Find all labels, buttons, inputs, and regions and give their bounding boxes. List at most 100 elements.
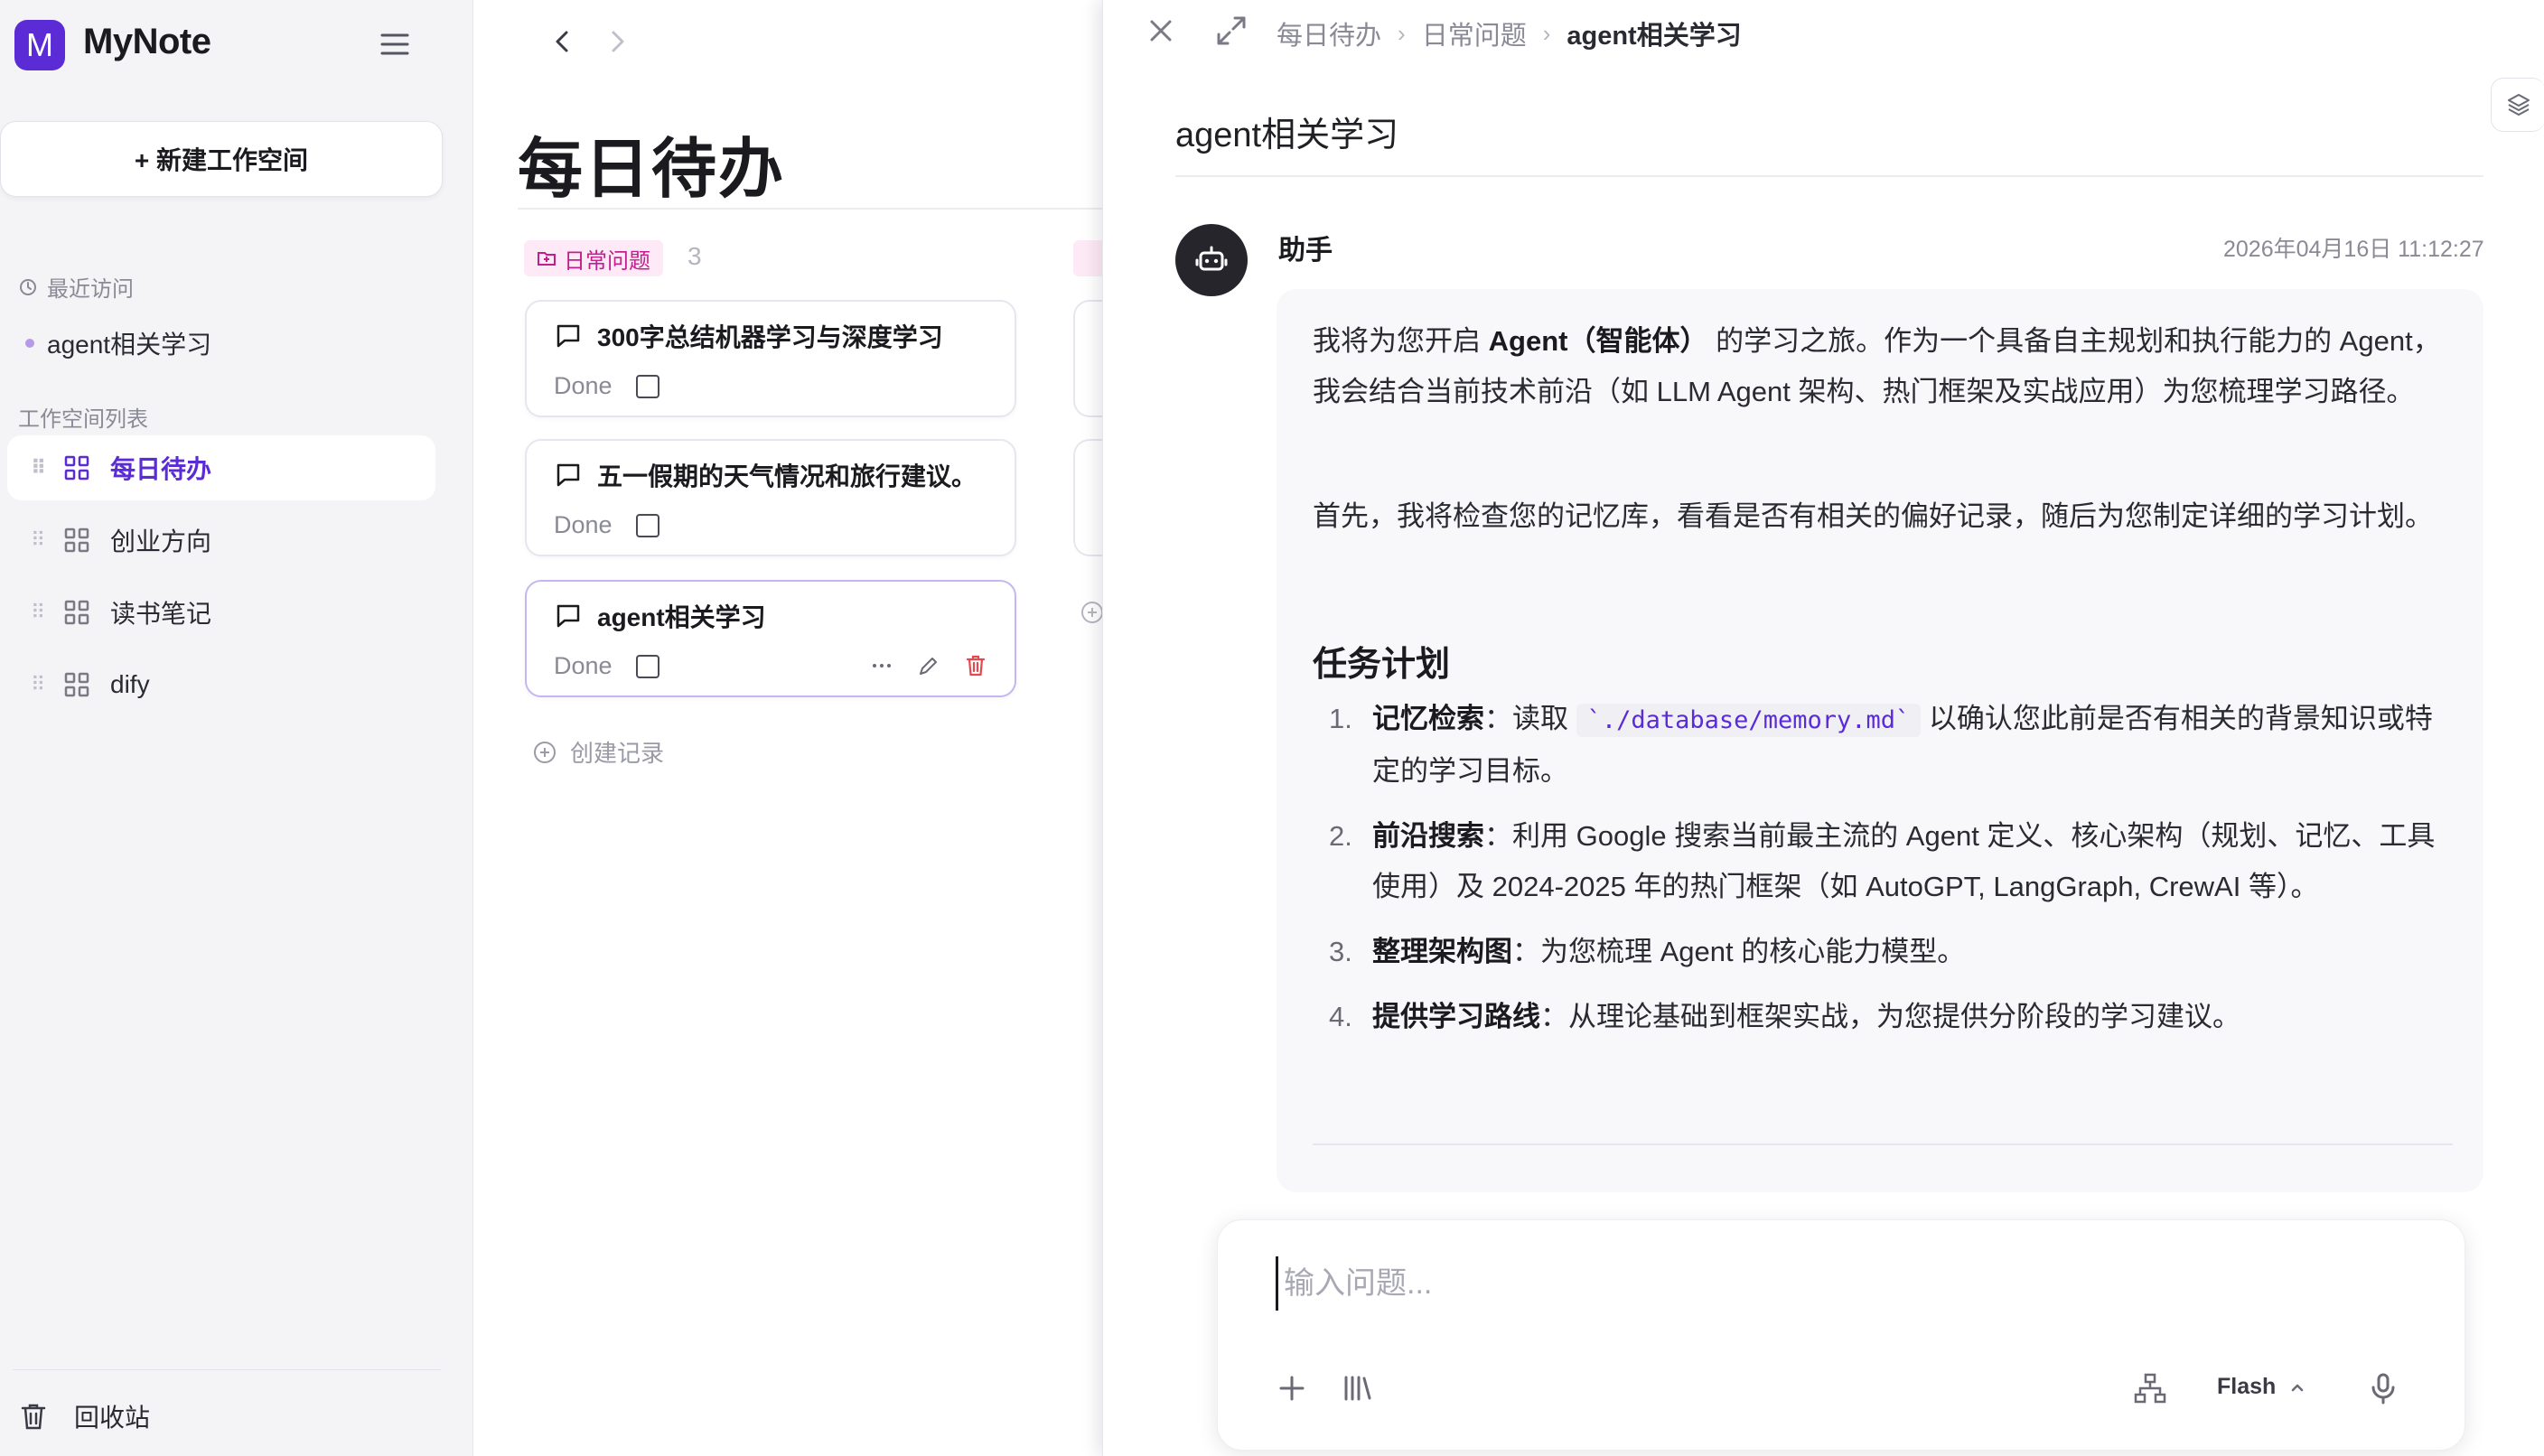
trash-icon xyxy=(21,1404,46,1430)
group-tag[interactable]: 日常问题 xyxy=(524,240,663,276)
record-card[interactable]: 五一假期的天气情况和旅行建议。 Done xyxy=(525,439,1016,556)
grid-icon xyxy=(64,527,89,553)
status-label: Done xyxy=(554,511,613,538)
sidebar-item-startup[interactable]: ⠿ 创业方向 xyxy=(7,508,435,573)
grid-icon xyxy=(64,672,89,697)
app-name: MyNote xyxy=(83,22,211,61)
message-paragraph: 首先，我将检查您的记忆库，看看是否有相关的偏好记录，随后为您制定详细的学习计划。 xyxy=(1313,500,2433,532)
drag-handle-icon[interactable]: ⠿ xyxy=(31,456,46,480)
chevron-right-icon[interactable] xyxy=(601,25,633,58)
breadcrumb-separator: › xyxy=(1542,19,1551,47)
message-sender: 助手 xyxy=(1278,236,1333,266)
sidebar-item-dify[interactable]: ⠿ dify xyxy=(7,652,435,717)
expand-icon[interactable] xyxy=(1213,13,1249,49)
layers-icon xyxy=(2507,94,2530,116)
new-workspace-button[interactable]: + 新建工作空间 xyxy=(0,121,443,197)
library-icon[interactable] xyxy=(1339,1370,1375,1406)
done-checkbox[interactable] xyxy=(635,374,659,398)
bold-text: Agent（智能体） xyxy=(1488,325,1708,357)
comment-icon xyxy=(556,604,580,628)
group-name: 日常问题 xyxy=(564,248,650,274)
text-run: ：从理论基础到框架实战，为您提供分阶段的学习建议。 xyxy=(1540,1001,2240,1032)
list-item-title: 整理架构图 xyxy=(1372,936,1512,967)
assistant-message: 我将为您开启 Agent（智能体） 的学习之旅。作为一个具备自主规划和执行能力的… xyxy=(1277,289,2483,1192)
text-run: ：读取 xyxy=(1484,703,1576,734)
inline-code: `./database/memory.md` xyxy=(1576,704,1922,737)
chat-composer: Flash xyxy=(1217,1219,2465,1451)
question-input[interactable] xyxy=(1276,1256,2396,1311)
assistant-avatar xyxy=(1175,224,1248,296)
app-logo[interactable]: M xyxy=(14,20,65,70)
card-title: agent相关学习 xyxy=(554,598,766,634)
status-label: Done xyxy=(554,372,613,399)
done-checkbox[interactable] xyxy=(635,513,659,537)
sidebar-divider xyxy=(13,1369,441,1370)
list-item: 1. 记忆检索：读取 `./database/memory.md` 以确认您此前是… xyxy=(1313,694,2453,797)
sidebar-item-reading-notes[interactable]: ⠿ 读书笔记 xyxy=(7,580,435,645)
record-card[interactable]: 300字总结机器学习与深度学习 Done xyxy=(525,300,1016,417)
message-divider xyxy=(1313,1143,2453,1145)
more-icon[interactable] xyxy=(870,654,893,677)
history-icon xyxy=(20,278,36,295)
layers-button[interactable] xyxy=(2491,78,2544,132)
next-column-card[interactable] xyxy=(1073,300,1102,417)
recent-item[interactable]: agent相关学习 xyxy=(25,325,211,361)
done-checkbox[interactable] xyxy=(635,654,659,678)
list-item-title: 前沿搜索 xyxy=(1372,820,1484,852)
create-record-button[interactable]: 创建记录 xyxy=(532,735,664,769)
list-item: 2. 前沿搜索：利用 Google 搜索当前最主流的 Agent 定义、核心架构（… xyxy=(1313,811,2453,912)
breadcrumb-item[interactable]: 日常问题 xyxy=(1422,14,1527,52)
recent-item-label: agent相关学习 xyxy=(47,331,212,359)
chevron-left-icon[interactable] xyxy=(547,25,579,58)
drag-handle-icon[interactable]: ⠿ xyxy=(31,673,45,696)
create-record-label: 创建记录 xyxy=(570,740,665,767)
breadcrumb: 每日待办 › 日常问题 › agent相关学习 xyxy=(1277,14,1742,52)
next-group-tag[interactable] xyxy=(1073,240,1102,276)
mic-icon[interactable] xyxy=(2365,1370,2401,1406)
text-run: ：为您梳理 Agent 的核心能力模型。 xyxy=(1512,936,1966,967)
card-title-text: 300字总结机器学习与深度学习 xyxy=(597,323,943,351)
document-title[interactable]: agent相关学习 xyxy=(1175,107,1398,156)
model-name: Flash xyxy=(2217,1374,2277,1399)
drag-handle-icon[interactable]: ⠿ xyxy=(31,528,45,552)
breadcrumb-current: agent相关学习 xyxy=(1567,22,1742,51)
board-view: 每日待办 日常问题 3 300字总结机器学习与深度学习 Done 五一假期的天气… xyxy=(474,0,1102,1456)
record-card-selected[interactable]: agent相关学习 Done xyxy=(525,580,1016,697)
sidebar-item-label: 读书笔记 xyxy=(110,600,212,628)
card-status: Done xyxy=(554,511,659,539)
close-icon[interactable] xyxy=(1143,13,1179,49)
group-count: 3 xyxy=(687,242,702,270)
drag-handle-icon[interactable]: ⠿ xyxy=(31,601,45,624)
recent-label-text: 最近访问 xyxy=(47,277,134,302)
grid-icon xyxy=(64,455,89,481)
trash-button[interactable]: 回收站 xyxy=(18,1398,150,1434)
list-number: 4. xyxy=(1329,1001,1352,1032)
delete-icon[interactable] xyxy=(964,654,987,677)
card-title-text: agent相关学习 xyxy=(597,603,766,631)
sidebar: M MyNote + 新建工作空间 最近访问 agent相关学习 工作空间列表 … xyxy=(0,0,473,1456)
edit-icon[interactable] xyxy=(917,654,940,677)
text-run: ：利用 Google 搜索当前最主流的 Agent 定义、核心架构（规划、记忆、… xyxy=(1372,820,2436,902)
status-label: Done xyxy=(554,652,613,679)
next-column-card[interactable] xyxy=(1073,439,1102,556)
menu-icon[interactable] xyxy=(379,29,410,60)
card-status: Done xyxy=(554,372,659,400)
list-number: 2. xyxy=(1329,820,1352,852)
list-number: 1. xyxy=(1329,703,1352,734)
sidebar-item-label: 创业方向 xyxy=(110,527,212,555)
list-item: 4. 提供学习路线：从理论基础到框架实战，为您提供分阶段的学习建议。 xyxy=(1313,992,2453,1042)
sidebar-item-label: dify xyxy=(110,670,150,698)
title-divider xyxy=(518,208,1102,210)
plus-circle-icon xyxy=(534,741,556,763)
card-title-text: 五一假期的天气情况和旅行建议。 xyxy=(597,462,977,490)
plus-circle-icon[interactable] xyxy=(1080,600,1102,625)
message-paragraph: 我将为您开启 Agent（智能体） 的学习之旅。作为一个具备自主规划和执行能力的… xyxy=(1313,316,2453,417)
breadcrumb-separator: › xyxy=(1398,19,1406,47)
sidebar-item-daily-todo[interactable]: ⠿ 每日待办 xyxy=(7,435,435,500)
model-selector[interactable]: Flash xyxy=(2217,1374,2306,1400)
sidebar-item-label: 每日待办 xyxy=(110,455,212,483)
sitemap-icon[interactable] xyxy=(2132,1370,2168,1406)
plus-icon[interactable] xyxy=(1274,1370,1310,1406)
breadcrumb-item[interactable]: 每日待办 xyxy=(1277,14,1381,52)
section-heading: 任务计划 xyxy=(1313,646,1451,684)
